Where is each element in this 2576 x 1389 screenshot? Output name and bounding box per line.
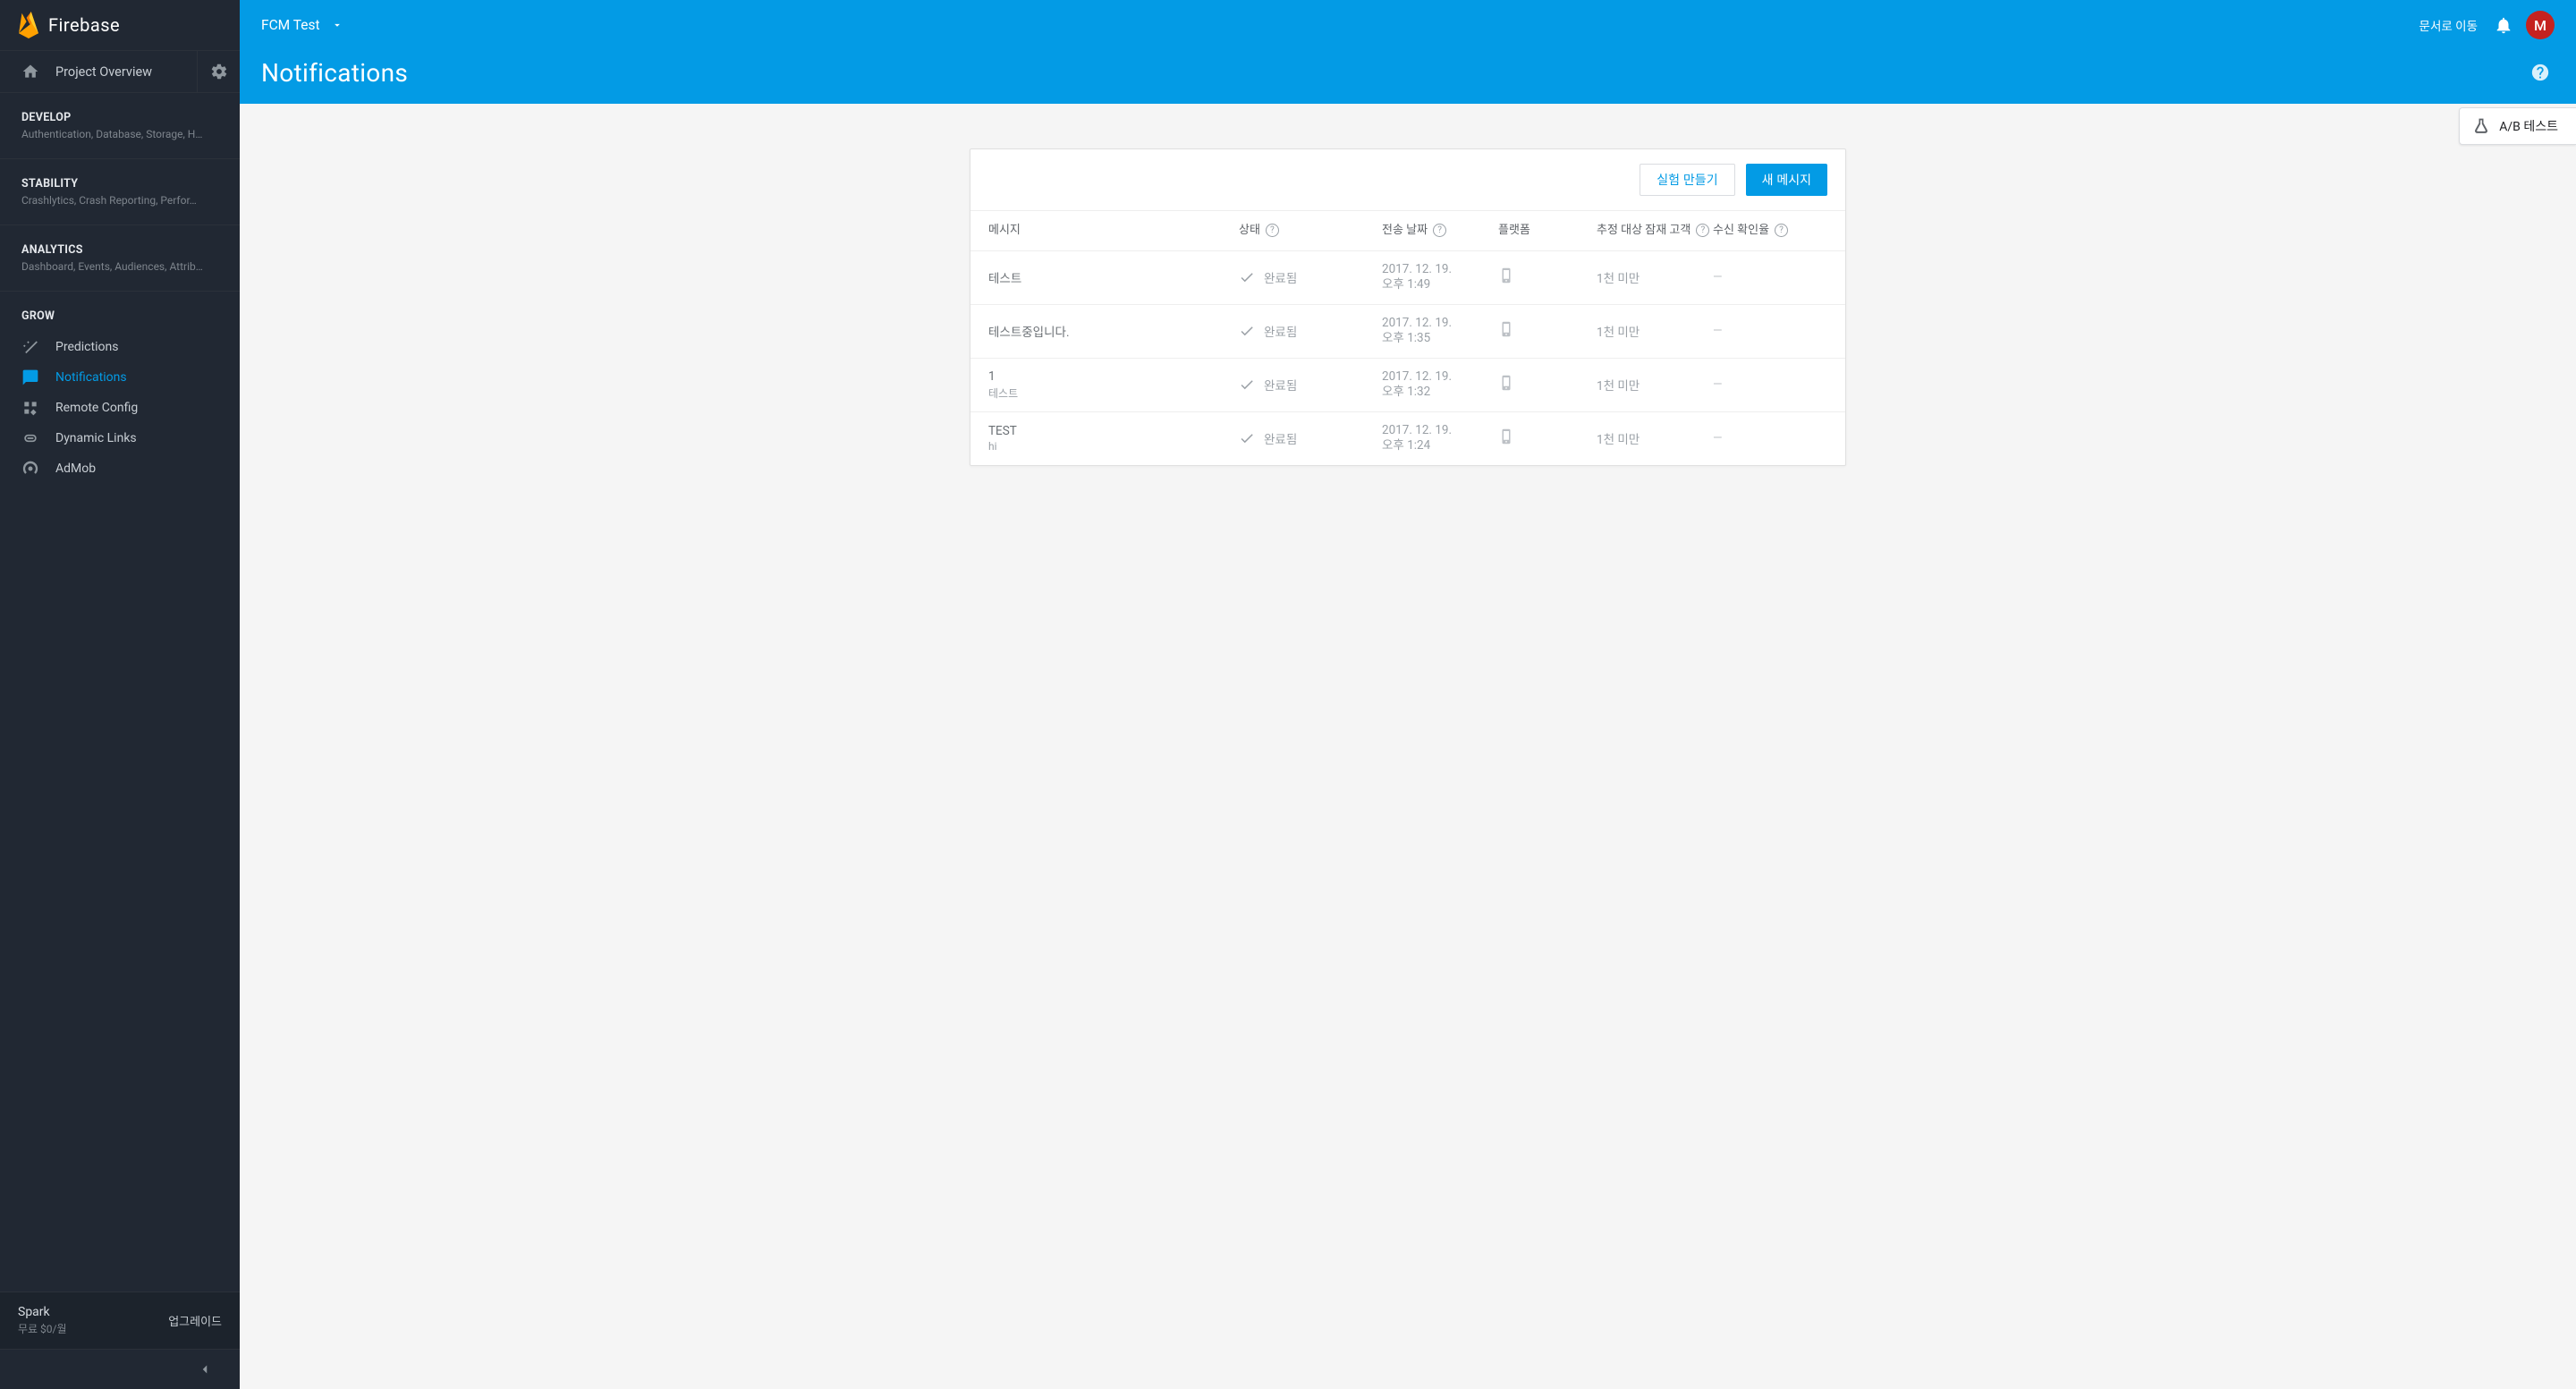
phone-icon [1498, 267, 1514, 284]
page-title: Notifications [261, 58, 408, 88]
table-header: 메시지 상태 ? 전송 날짜 ? 플랫폼 추정 대상 잠재 고객 ? 수신 확인… [970, 210, 1845, 251]
firebase-logo[interactable]: Firebase [0, 0, 240, 50]
row-message: 테스트 [988, 268, 1239, 286]
row-platform [1498, 428, 1597, 448]
gear-icon [210, 63, 228, 80]
sidebar: Firebase Project Overview DEVELOP Authen… [0, 0, 240, 1389]
sidebar-section-analytics[interactable]: ANALYTICS Dashboard, Events, Audiences, … [0, 225, 240, 278]
bell-icon [2494, 15, 2513, 35]
th-open-rate: 수신 확인율 ? [1713, 224, 1802, 238]
home-icon [21, 63, 39, 80]
notifications-bell[interactable] [2494, 15, 2513, 35]
row-open-rate: — [1713, 324, 1802, 338]
check-icon [1239, 377, 1255, 393]
card-actions: 실험 만들기 새 메시지 [970, 149, 1845, 210]
project-picker[interactable]: FCM Test [261, 17, 343, 33]
wand-icon [21, 338, 39, 356]
project-settings-button[interactable] [197, 50, 240, 93]
row-platform [1498, 375, 1597, 394]
row-audience: 1천 미만 [1597, 322, 1713, 340]
check-icon [1239, 430, 1255, 446]
project-overview-row: Project Overview [0, 50, 240, 93]
table-row[interactable]: 1 테스트 완료됨 2017. 12. 19.오후 1:32 1천 미만 — [970, 359, 1845, 412]
row-date: 2017. 12. 19.오후 1:49 [1382, 262, 1498, 293]
help-icon[interactable]: ? [1433, 224, 1446, 237]
row-audience: 1천 미만 [1597, 376, 1713, 394]
firebase-wordmark: Firebase [48, 14, 120, 36]
sidebar-section-develop[interactable]: DEVELOP Authentication, Database, Storag… [0, 93, 240, 146]
page-help-button[interactable] [2526, 58, 2555, 87]
upgrade-button[interactable]: 업그레이드 [168, 1312, 222, 1329]
blue-header: FCM Test 문서로 이동 M Notifications [240, 0, 2576, 104]
row-open-rate: — [1713, 377, 1802, 392]
topbar: FCM Test 문서로 이동 M [240, 0, 2576, 50]
remote-config-icon [21, 399, 39, 417]
help-icon[interactable]: ? [1266, 224, 1279, 237]
help-icon[interactable]: ? [1696, 224, 1709, 237]
row-date: 2017. 12. 19.오후 1:32 [1382, 369, 1498, 401]
row-status: 완료됨 [1239, 429, 1382, 447]
row-status: 완료됨 [1239, 268, 1382, 286]
plan-box: Spark 무료 $0/월 업그레이드 [0, 1292, 240, 1350]
admob-icon [21, 460, 39, 478]
help-icon [2530, 63, 2550, 82]
chat-icon [21, 368, 39, 386]
check-icon [1239, 323, 1255, 339]
sidebar-item-notifications[interactable]: Notifications [0, 362, 240, 393]
sidebar-section-grow: GROW [0, 292, 240, 328]
th-message: 메시지 [988, 224, 1239, 238]
table-row[interactable]: 테스트 완료됨 2017. 12. 19.오후 1:49 1천 미만 — [970, 251, 1845, 305]
project-overview-label: Project Overview [55, 64, 152, 80]
plan-sub: 무료 $0/월 [18, 1321, 67, 1336]
titlebar: Notifications [240, 50, 2576, 104]
project-overview-link[interactable]: Project Overview [0, 63, 197, 80]
row-message: TEST hi [988, 424, 1239, 453]
phone-icon [1498, 321, 1514, 337]
th-status: 상태 ? [1239, 224, 1382, 238]
table-row[interactable]: TEST hi 완료됨 2017. 12. 19.오후 1:24 1천 미만 — [970, 412, 1845, 465]
avatar[interactable]: M [2526, 11, 2555, 39]
row-platform [1498, 321, 1597, 341]
sidebar-section-stability[interactable]: STABILITY Crashlytics, Crash Reporting, … [0, 159, 240, 212]
th-audience: 추정 대상 잠재 고객 ? [1597, 224, 1713, 238]
th-sent: 전송 날짜 ? [1382, 224, 1498, 238]
check-icon [1239, 269, 1255, 285]
firebase-logo-icon [18, 12, 39, 38]
row-message: 1 테스트 [988, 369, 1239, 401]
sidebar-item-dynamic-links[interactable]: Dynamic Links [0, 423, 240, 453]
row-status: 완료됨 [1239, 322, 1382, 340]
row-open-rate: — [1713, 431, 1802, 445]
row-status: 완료됨 [1239, 376, 1382, 394]
row-open-rate: — [1713, 270, 1802, 284]
sidebar-item-admob[interactable]: AdMob [0, 453, 240, 484]
main: FCM Test 문서로 이동 M Notifications A/B 테스트 [240, 0, 2576, 1389]
row-platform [1498, 267, 1597, 287]
row-audience: 1천 미만 [1597, 268, 1713, 286]
new-message-button[interactable]: 새 메시지 [1746, 164, 1827, 196]
content-area: 실험 만들기 새 메시지 메시지 상태 ? 전송 날짜 ? 플랫폼 추정 대상 … [240, 104, 2576, 1389]
link-icon [21, 429, 39, 447]
row-date: 2017. 12. 19.오후 1:35 [1382, 316, 1498, 347]
row-message: 테스트중입니다. [988, 322, 1239, 340]
phone-icon [1498, 375, 1514, 391]
table-row[interactable]: 테스트중입니다. 완료됨 2017. 12. 19.오후 1:35 1천 미만 … [970, 305, 1845, 359]
th-platform: 플랫폼 [1498, 224, 1597, 238]
chevron-down-icon [331, 19, 343, 31]
sidebar-item-remote-config[interactable]: Remote Config [0, 393, 240, 423]
plan-name: Spark [18, 1305, 67, 1319]
create-experiment-button[interactable]: 실험 만들기 [1640, 164, 1734, 196]
row-audience: 1천 미만 [1597, 429, 1713, 447]
help-icon[interactable]: ? [1775, 224, 1788, 237]
sidebar-nav: DEVELOP Authentication, Database, Storag… [0, 93, 240, 1292]
sidebar-collapse-button[interactable] [0, 1350, 240, 1389]
chevron-left-icon [197, 1361, 213, 1377]
sidebar-item-predictions[interactable]: Predictions [0, 332, 240, 362]
docs-link[interactable]: 문서로 이동 [2419, 16, 2478, 34]
phone-icon [1498, 428, 1514, 445]
row-date: 2017. 12. 19.오후 1:24 [1382, 423, 1498, 454]
notifications-card: 실험 만들기 새 메시지 메시지 상태 ? 전송 날짜 ? 플랫폼 추정 대상 … [970, 148, 1846, 466]
